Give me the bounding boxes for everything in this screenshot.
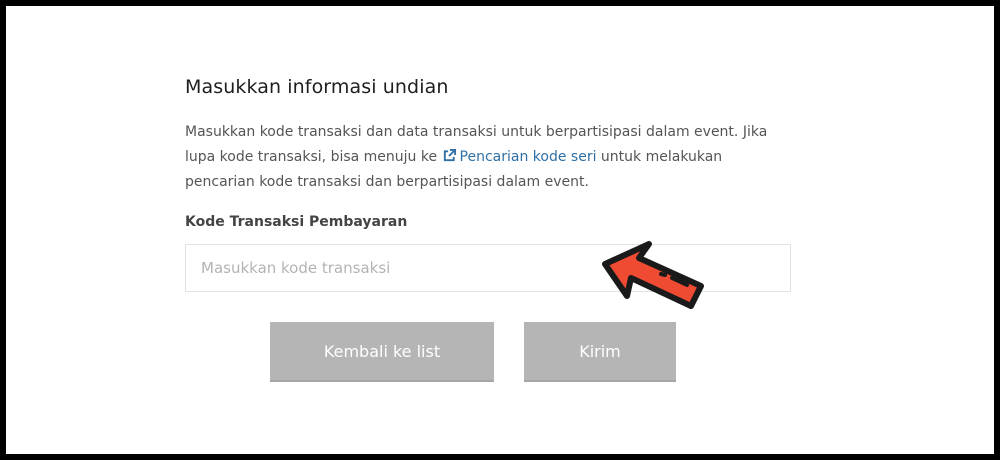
external-link-icon bbox=[443, 148, 456, 162]
submit-label: Kirim bbox=[579, 341, 621, 361]
back-to-list-button[interactable]: Kembali ke list bbox=[270, 322, 494, 382]
serial-code-search-link-label: Pencarian kode seri bbox=[459, 149, 597, 165]
submit-button[interactable]: Kirim bbox=[524, 322, 676, 382]
back-to-list-label: Kembali ke list bbox=[323, 341, 441, 361]
page-title: Masukkan informasi undian bbox=[185, 76, 449, 98]
form-description: Masukkan kode transaksi dan data transak… bbox=[185, 120, 791, 195]
transaction-code-label: Kode Transaksi Pembayaran bbox=[185, 214, 408, 230]
lottery-form: Masukkan informasi undian Masukkan kode … bbox=[185, 6, 791, 454]
red-arrow-icon bbox=[602, 241, 704, 309]
page-frame: Masukkan informasi undian Masukkan kode … bbox=[6, 6, 994, 454]
serial-code-search-link[interactable]: Pencarian kode seri bbox=[442, 148, 597, 165]
